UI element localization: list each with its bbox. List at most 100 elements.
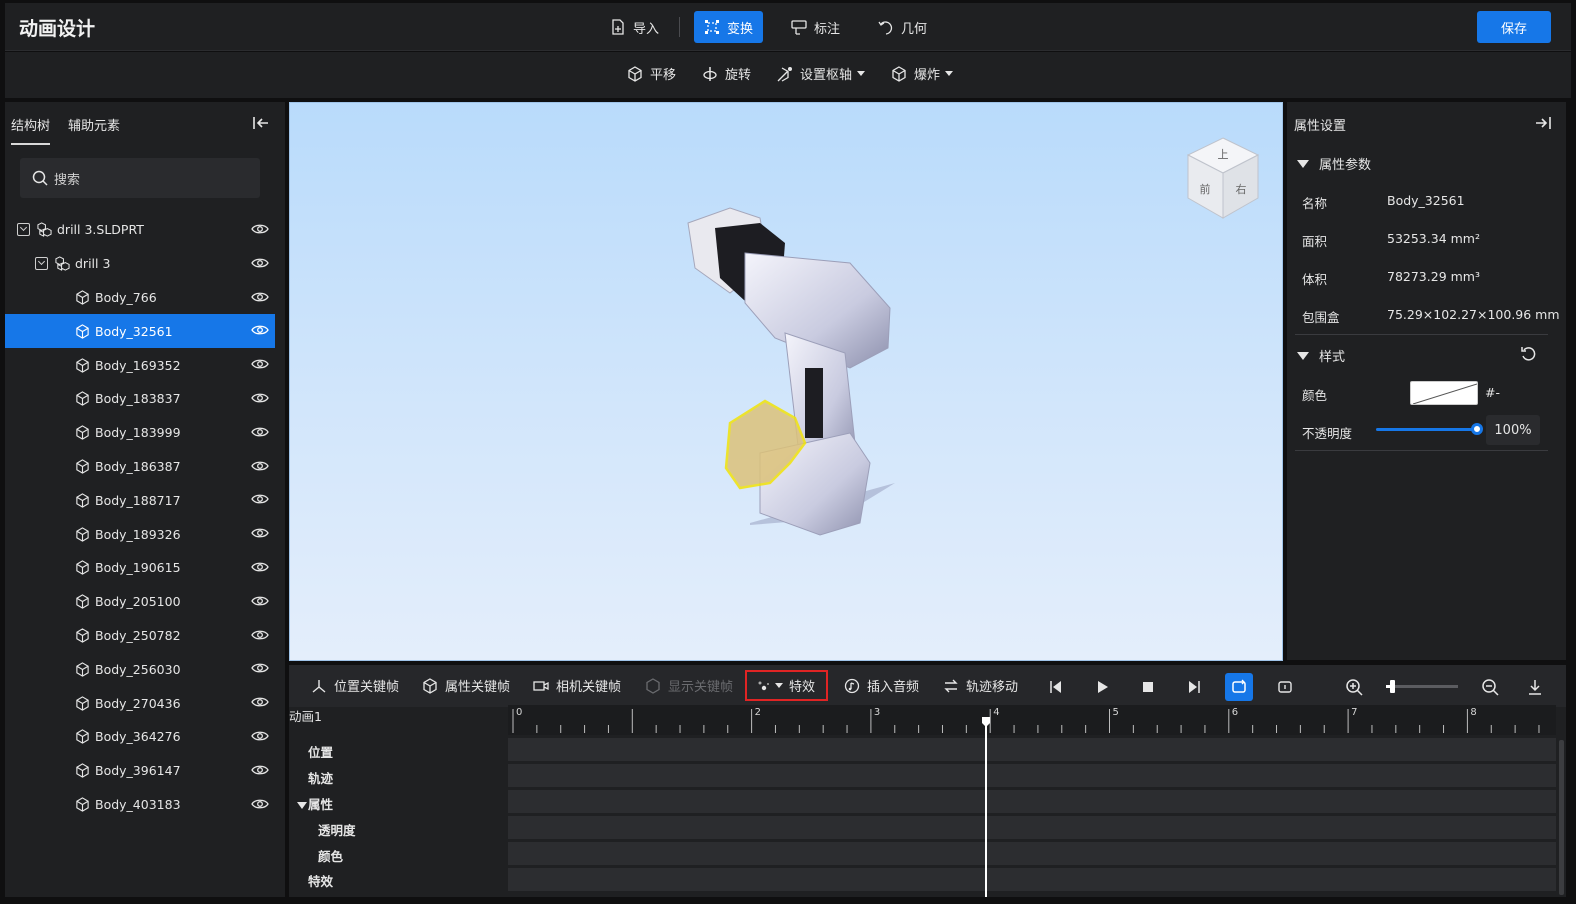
playhead[interactable] bbox=[985, 721, 987, 897]
tree-row[interactable]: Body_32561 bbox=[5, 314, 275, 349]
insert-audio-button[interactable]: 插入音频 bbox=[844, 676, 919, 695]
download-button[interactable] bbox=[1521, 673, 1549, 701]
view-cube-front[interactable]: 前 bbox=[1200, 182, 1211, 196]
tree-row[interactable]: Body_270436 bbox=[5, 686, 275, 720]
collapse-right-icon[interactable] bbox=[1534, 114, 1552, 132]
search-input[interactable]: 搜索 bbox=[20, 158, 260, 198]
track-row[interactable] bbox=[508, 764, 1556, 787]
visibility-eye-icon[interactable] bbox=[251, 628, 269, 642]
position-keyframe-button[interactable]: 位置关键帧 bbox=[311, 676, 399, 695]
show-keyframe-button[interactable]: 显示关键帧 bbox=[645, 676, 733, 695]
zoom-slider-track[interactable] bbox=[1386, 685, 1458, 688]
set-pivot-button[interactable]: 设置枢轴 bbox=[777, 64, 866, 83]
tree-row[interactable]: Body_403183 bbox=[5, 788, 275, 822]
tree-row[interactable]: Body_396147 bbox=[5, 754, 275, 788]
zoom-out-button[interactable] bbox=[1476, 673, 1504, 701]
tree-row[interactable]: Body_189326 bbox=[5, 517, 275, 551]
visibility-eye-icon[interactable] bbox=[251, 492, 269, 506]
track-color-label[interactable]: 颜色 bbox=[318, 846, 343, 865]
next-keyframe-button[interactable] bbox=[1180, 673, 1208, 701]
camera-keyframe-button[interactable]: 相机关键帧 bbox=[533, 676, 621, 695]
collapse-left-icon[interactable] bbox=[252, 114, 270, 132]
zoom-slider-handle[interactable] bbox=[1390, 680, 1395, 693]
timeline-ruler[interactable]: 0 2 3 4 5 6 7 8 bbox=[508, 705, 1556, 735]
track-row[interactable] bbox=[508, 738, 1556, 761]
move-button[interactable]: 平移 bbox=[627, 64, 676, 83]
tree-node-label: Body_188717 bbox=[95, 492, 181, 508]
3d-viewport[interactable]: 上 前 右 bbox=[289, 102, 1283, 661]
tree-row[interactable]: Body_188717 bbox=[5, 483, 275, 517]
play-button[interactable] bbox=[1088, 673, 1116, 701]
tree-row[interactable]: drill 3 bbox=[5, 247, 275, 281]
tree-row[interactable]: drill 3.SLDPRT bbox=[5, 213, 275, 247]
view-cube[interactable]: 上 前 右 bbox=[1183, 133, 1263, 223]
track-properties-label[interactable]: 属性 bbox=[297, 794, 333, 813]
attributes-section-toggle[interactable]: 属性参数 bbox=[1297, 154, 1371, 173]
color-swatch[interactable] bbox=[1410, 381, 1478, 405]
stop-button[interactable] bbox=[1134, 673, 1162, 701]
tree-row[interactable]: Body_256030 bbox=[5, 652, 275, 686]
visibility-eye-icon[interactable] bbox=[251, 526, 269, 540]
transform-button[interactable]: 变换 bbox=[694, 11, 764, 43]
track-opacity-label[interactable]: 透明度 bbox=[318, 820, 356, 839]
track-row[interactable] bbox=[508, 816, 1556, 839]
visibility-eye-icon[interactable] bbox=[251, 695, 269, 709]
previous-keyframe-button[interactable] bbox=[1042, 673, 1070, 701]
view-cube-right[interactable]: 右 bbox=[1236, 182, 1247, 196]
tree-row[interactable]: Body_183837 bbox=[5, 382, 275, 416]
visibility-eye-icon[interactable] bbox=[251, 560, 269, 574]
visibility-eye-icon[interactable] bbox=[251, 797, 269, 811]
track-row[interactable] bbox=[508, 868, 1556, 891]
visibility-eye-icon[interactable] bbox=[251, 459, 269, 473]
play-once-button[interactable] bbox=[1271, 673, 1299, 701]
opacity-input[interactable]: 100% bbox=[1486, 415, 1540, 445]
timeline-scrollbar[interactable] bbox=[1559, 740, 1564, 895]
collapse-toggle-icon[interactable] bbox=[17, 223, 30, 237]
tree-row[interactable]: Body_169352 bbox=[5, 348, 275, 382]
track-position-label[interactable]: 位置 bbox=[308, 742, 333, 761]
collapse-toggle-icon[interactable] bbox=[35, 257, 48, 271]
import-button[interactable]: 导入 bbox=[600, 11, 669, 43]
tree-row[interactable]: Body_766 bbox=[5, 281, 275, 315]
visibility-eye-icon[interactable] bbox=[251, 661, 269, 675]
tree-row[interactable]: Body_364276 bbox=[5, 720, 275, 754]
tree-row[interactable]: Body_205100 bbox=[5, 585, 275, 619]
save-button[interactable]: 保存 bbox=[1477, 11, 1551, 43]
opacity-slider-track[interactable] bbox=[1376, 428, 1480, 431]
tab-structure-tree[interactable]: 结构树 bbox=[11, 115, 51, 145]
effects-button[interactable]: 特效 bbox=[757, 676, 815, 695]
visibility-eye-icon[interactable] bbox=[251, 729, 269, 743]
zoom-in-button[interactable] bbox=[1340, 673, 1368, 701]
opacity-slider-handle[interactable] bbox=[1471, 423, 1483, 435]
tree-row[interactable]: Body_250782 bbox=[5, 619, 275, 653]
loop-button[interactable] bbox=[1225, 673, 1253, 701]
rotate-button[interactable]: 旋转 bbox=[702, 64, 751, 83]
visibility-eye-icon[interactable] bbox=[251, 357, 269, 371]
style-section-toggle[interactable]: 样式 bbox=[1297, 346, 1345, 365]
visibility-eye-icon[interactable] bbox=[251, 256, 269, 270]
visibility-eye-icon[interactable] bbox=[251, 763, 269, 777]
view-cube-top[interactable]: 上 bbox=[1218, 148, 1229, 161]
tree-row[interactable]: Body_186387 bbox=[5, 450, 275, 484]
visibility-eye-icon[interactable] bbox=[251, 425, 269, 439]
track-effects-label[interactable]: 特效 bbox=[308, 871, 333, 890]
animation-name[interactable]: 动画1 bbox=[289, 706, 322, 725]
tree-row[interactable]: Body_190615 bbox=[5, 551, 275, 585]
track-path-label[interactable]: 轨迹 bbox=[308, 768, 333, 787]
download-icon bbox=[1529, 680, 1541, 695]
track-row[interactable] bbox=[508, 790, 1556, 813]
visibility-eye-icon[interactable] bbox=[251, 391, 269, 405]
visibility-eye-icon[interactable] bbox=[251, 323, 269, 337]
visibility-eye-icon[interactable] bbox=[251, 222, 269, 236]
geometry-button[interactable]: 几何 bbox=[868, 11, 937, 43]
annotation-button[interactable]: 标注 bbox=[781, 11, 850, 43]
property-keyframe-button[interactable]: 属性关键帧 bbox=[422, 676, 510, 695]
reset-icon[interactable] bbox=[1520, 345, 1538, 363]
visibility-eye-icon[interactable] bbox=[251, 290, 269, 304]
track-row[interactable] bbox=[508, 842, 1556, 865]
visibility-eye-icon[interactable] bbox=[251, 594, 269, 608]
explode-button[interactable]: 爆炸 bbox=[891, 64, 954, 83]
path-move-button[interactable]: 轨迹移动 bbox=[943, 676, 1018, 695]
tab-helper-elements[interactable]: 辅助元素 bbox=[68, 115, 120, 145]
tree-row[interactable]: Body_183999 bbox=[5, 416, 275, 450]
